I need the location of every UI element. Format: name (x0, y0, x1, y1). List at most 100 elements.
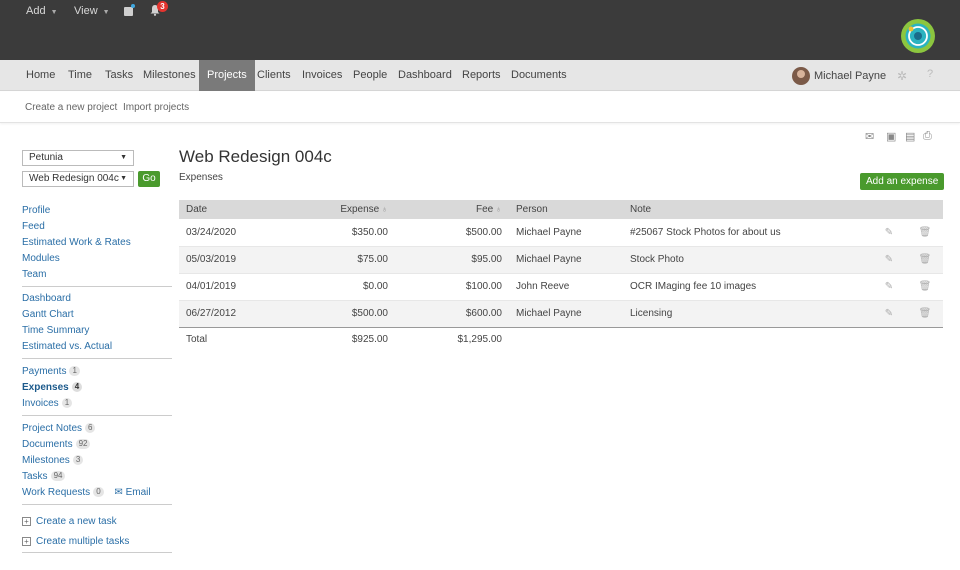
import-projects-link[interactable]: Import projects (123, 102, 189, 113)
sidebar-item-label: Invoices (22, 398, 59, 409)
chevron-down-icon: ▼ (50, 9, 58, 16)
sidebar-item-estimated-actual[interactable]: Estimated vs. Actual (22, 339, 172, 355)
sidebar-item-modules[interactable]: Modules (22, 251, 172, 267)
table-row[interactable]: 03/24/2020 $350.00 $500.00 Michael Payne… (179, 219, 943, 247)
trash-icon[interactable]: 🗑︎ (907, 273, 943, 301)
cell-person: John Reeve (509, 273, 623, 301)
unread-dot (131, 4, 135, 8)
nav-dashboard[interactable]: Dashboard (390, 60, 460, 91)
count-badge: 0 (93, 487, 104, 498)
sidebar-item-milestones[interactable]: Milestones 3 (22, 453, 172, 469)
sidebar-item-profile[interactable]: Profile (22, 203, 172, 219)
create-multiple-label: Create multiple tasks (36, 536, 130, 547)
nav-people[interactable]: People (345, 60, 395, 91)
sidebar-item-label: Tasks (22, 471, 48, 482)
user-menu[interactable]: Michael Payne (792, 67, 886, 86)
pencil-icon[interactable]: ✎ (871, 246, 907, 274)
client-select[interactable]: Petunia ▼ (22, 150, 134, 166)
cell-expense: $350.00 (297, 219, 395, 247)
column-header-expense[interactable]: Expense ♁ (297, 200, 395, 219)
table-row[interactable]: 05/03/2019 $75.00 $95.00 Michael Payne S… (179, 246, 943, 274)
trash-icon[interactable]: 🗑︎ (907, 246, 943, 274)
table-row[interactable]: 06/27/2012 $500.00 $600.00 Michael Payne… (179, 300, 943, 328)
view-menu[interactable]: View ▼ (74, 5, 110, 17)
nav-clients[interactable]: Clients (249, 60, 299, 91)
nav-projects[interactable]: Projects (199, 60, 255, 91)
excel-export-icon[interactable]: ▣ (886, 130, 896, 143)
nav-home[interactable]: Home (18, 60, 63, 91)
sidebar-item-project-notes[interactable]: Project Notes 6 (22, 421, 172, 437)
column-header-person[interactable]: Person (509, 200, 623, 219)
email-link[interactable]: ✉ Email (114, 487, 150, 498)
nav-invoices[interactable]: Invoices (294, 60, 350, 91)
cell-note: Stock Photo (623, 246, 871, 274)
sidebar-item-invoices[interactable]: Invoices 1 (22, 396, 172, 412)
sidebar-item-estimated-work[interactable]: Estimated Work & Rates (22, 235, 172, 251)
sidebar-item-documents[interactable]: Documents 92 (22, 437, 172, 453)
cell-date: 03/24/2020 (179, 219, 297, 247)
table-row[interactable]: 04/01/2019 $0.00 $100.00 John Reeve OCR … (179, 273, 943, 301)
chevron-down-icon: ▼ (120, 154, 127, 161)
go-button[interactable]: Go (138, 171, 160, 187)
help-icon[interactable]: ? (927, 68, 933, 80)
trash-icon[interactable]: 🗑︎ (907, 219, 943, 247)
divider (22, 358, 172, 359)
sidebar-group-billing: Payments 1 Expenses 4 Invoices 1 (22, 364, 172, 412)
pencil-icon[interactable]: ✎ (871, 273, 907, 301)
column-header-label: Fee (476, 204, 494, 215)
total-expense: $925.00 (351, 333, 388, 345)
add-menu[interactable]: Add ▼ (26, 5, 58, 17)
sidebar-item-dashboard[interactable]: Dashboard (22, 291, 172, 307)
nav-reports[interactable]: Reports (454, 60, 509, 91)
sidebar-item-payments[interactable]: Payments 1 (22, 364, 172, 380)
sidebar-item-feed[interactable]: Feed (22, 219, 172, 235)
sidebar-item-label: Expenses (22, 382, 69, 393)
cell-expense: $75.00 (297, 246, 395, 274)
cell-fee: $95.00 (395, 246, 509, 274)
column-header-note[interactable]: Note (623, 200, 871, 219)
document-icon[interactable] (124, 7, 133, 16)
project-select[interactable]: Web Redesign 004c ▼ (22, 171, 134, 187)
count-badge: 3 (72, 455, 84, 466)
create-project-link[interactable]: Create a new project (25, 102, 117, 113)
pencil-icon[interactable]: ✎ (871, 300, 907, 328)
count-badge: 92 (75, 439, 91, 450)
add-expense-button[interactable]: Add an expense (860, 173, 945, 190)
sidebar-item-tasks[interactable]: Tasks 94 (22, 469, 172, 485)
print-icon[interactable]: ⎙ (923, 130, 932, 143)
create-multiple-tasks-link[interactable]: + Create multiple tasks (22, 532, 172, 552)
sidebar-item-gantt[interactable]: Gantt Chart (22, 307, 172, 323)
cell-expense: $500.00 (297, 300, 395, 328)
sidebar-item-label: Payments (22, 366, 67, 377)
avatar (792, 67, 810, 86)
nav-milestones[interactable]: Milestones (135, 60, 204, 91)
nav-documents[interactable]: Documents (503, 60, 575, 91)
column-header-date[interactable]: Date (179, 200, 297, 219)
cell-fee: $600.00 (395, 300, 509, 328)
cell-note: #25067 Stock Photos for about us (623, 219, 871, 247)
nav-time[interactable]: Time (60, 60, 100, 91)
add-menu-label: Add (26, 5, 46, 17)
cell-person: Michael Payne (509, 219, 623, 247)
lightbulb-icon: ♁ (495, 204, 502, 214)
sidebar-item-team[interactable]: Team (22, 267, 172, 283)
sidebar-item-expenses[interactable]: Expenses 4 (22, 380, 172, 396)
count-badge: 1 (61, 398, 73, 409)
main-nav: Home Time Tasks Milestones Projects Clie… (0, 60, 960, 91)
gear-icon[interactable]: ✲ (897, 69, 907, 83)
sidebar-item-time-summary[interactable]: Time Summary (22, 323, 172, 339)
sidebar-group-project: Profile Feed Estimated Work & Rates Modu… (22, 203, 172, 283)
trash-icon[interactable]: 🗑︎ (907, 300, 943, 328)
top-bar: Add ▼ View ▼ 3 (0, 0, 960, 60)
create-task-label: Create a new task (36, 516, 117, 527)
work-requests-link[interactable]: Work Requests 0 (22, 487, 104, 498)
email-icon[interactable]: ✉ (865, 130, 874, 143)
sub-action-bar: Create a new project Import projects (0, 92, 960, 123)
pdf-export-icon[interactable]: ▤ (905, 130, 915, 143)
column-header-fee[interactable]: Fee ♁ (395, 200, 509, 219)
table-header-row: Date Expense ♁ Fee ♁ Person Note (179, 200, 943, 219)
page-subtitle: Expenses (179, 172, 223, 183)
column-header-delete (907, 200, 943, 219)
create-task-link[interactable]: + Create a new task (22, 512, 172, 532)
pencil-icon[interactable]: ✎ (871, 219, 907, 247)
